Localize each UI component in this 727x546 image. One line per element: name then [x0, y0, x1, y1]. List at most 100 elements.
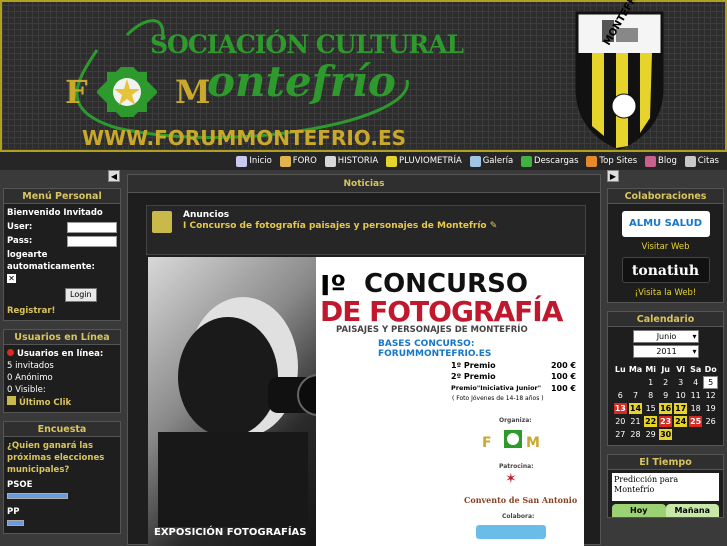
patrocina-label: Patrocina:: [499, 463, 534, 470]
calendar-day-event[interactable]: 14: [628, 403, 643, 414]
visit-web-link[interactable]: Visitar Web: [611, 241, 720, 253]
calendar-day[interactable]: 20: [614, 416, 627, 427]
calendar-day[interactable]: 10: [674, 390, 687, 401]
user-input[interactable]: [67, 221, 117, 233]
prize-first: 1º Premio 200 €: [451, 361, 576, 370]
poster-bases: BASES CONCURSO: FORUMMONTEFRIO.ES: [378, 339, 492, 359]
nav-forum[interactable]: FORO: [279, 152, 317, 170]
calendar-day[interactable]: 29: [644, 429, 657, 440]
calendar-day[interactable]: 1: [644, 377, 657, 388]
star-emblem-icon: [97, 67, 157, 117]
announcement-box: Anuncios I Concurso de fotografía paisaj…: [146, 205, 586, 255]
day-header: Mi: [645, 365, 657, 374]
announcement-link[interactable]: I Concurso de fotografía paisajes y pers…: [183, 221, 497, 231]
tab-today[interactable]: Hoy: [612, 504, 666, 517]
calendar-day[interactable]: 27: [614, 429, 627, 440]
history-icon: [324, 155, 336, 167]
calendar-day[interactable]: 28: [629, 429, 642, 440]
visit-web-link-2[interactable]: ¡Visita la Web!: [611, 287, 720, 299]
poster-fotografia: DE FOTOGRAFÍA: [320, 295, 563, 328]
calendar-panel: Calendario Junio 2011 Lu Ma Mi Ju Vi Sa …: [607, 311, 724, 446]
pencil-icon: ✎: [489, 221, 498, 231]
calendar-day[interactable]: 9: [659, 390, 672, 401]
poll-bar-pp: [7, 520, 24, 526]
calendar-day: [689, 429, 702, 440]
nav-quotes[interactable]: Citas: [684, 152, 719, 170]
login-button[interactable]: Login: [65, 288, 97, 302]
remember-checkbox[interactable]: ✕: [7, 274, 16, 283]
day-header: Vi: [676, 365, 686, 374]
nav-history[interactable]: HISTORIA: [324, 152, 378, 170]
contest-poster[interactable]: EXPOSICIÓN FOTOGRAFÍAS Iº CONCURSO DE FO…: [148, 257, 584, 546]
news-panel: Noticias Anuncios I Concurso de fotograf…: [127, 174, 601, 546]
day-header: Do: [704, 365, 717, 374]
calendar-day-today[interactable]: 5: [703, 376, 719, 389]
calendar-day[interactable]: 3: [674, 377, 687, 388]
association-name: SOCIACIÓN CULTURAL: [150, 30, 464, 59]
month-select[interactable]: Junio: [632, 330, 699, 343]
exhibition-text: EXPOSICIÓN FOTOGRAFÍAS: [154, 527, 307, 538]
calendar-day[interactable]: 26: [704, 416, 717, 427]
poll-panel: Encuesta ¿Quien ganará las próximas elec…: [3, 421, 121, 534]
calendar-day[interactable]: 18: [689, 403, 702, 414]
tonatiuh-logo[interactable]: tonatiuh: [621, 257, 710, 283]
calendar-day-event[interactable]: 24: [674, 416, 688, 427]
calendar-day[interactable]: 15: [644, 403, 657, 414]
calendar-day[interactable]: 8: [644, 390, 657, 401]
register-link[interactable]: Registrar!: [7, 305, 117, 317]
day-header: Sa: [690, 365, 702, 374]
online-users-title: Usuarios en Línea: [4, 330, 120, 345]
montefrio-script: ontefrío: [207, 57, 396, 106]
nav-rainfall[interactable]: PLUVIOMETRÍA: [386, 152, 462, 170]
calendar-day: [704, 429, 717, 440]
anon-count: 0: [7, 373, 13, 383]
personal-menu-panel: Menú Personal Bienvenido Invitado User: …: [3, 188, 121, 321]
tab-tomorrow[interactable]: Mañana: [665, 504, 719, 517]
calendar-day-event[interactable]: 23: [659, 416, 673, 427]
calendar-day[interactable]: 2: [659, 377, 672, 388]
day-header: Ma: [628, 365, 643, 374]
fm-logo: F M: [57, 67, 212, 117]
photographer-photo: EXPOSICIÓN FOTOGRAFÍAS: [148, 257, 316, 546]
calendar-day-event[interactable]: 13: [613, 403, 627, 414]
year-select[interactable]: 2011: [632, 345, 699, 358]
rain-icon: [386, 155, 398, 167]
calendar-day-event[interactable]: 30: [659, 429, 673, 440]
nav-top-sites[interactable]: Top Sites: [586, 152, 637, 170]
poll-question[interactable]: ¿Quien ganará las próximas elecciones mu…: [7, 440, 117, 476]
calendar-day[interactable]: 21: [629, 416, 642, 427]
calendar-day[interactable]: 12: [704, 390, 717, 401]
nav-downloads[interactable]: Descargas: [521, 152, 579, 170]
calendar-day-event[interactable]: 16: [659, 403, 673, 414]
calendar-day[interactable]: 6: [614, 390, 627, 401]
online-users-panel: Usuarios en Línea Usuarios en línea: 5 i…: [3, 329, 121, 413]
password-input[interactable]: [67, 235, 117, 247]
almusalud-logo[interactable]: ALMU SALUD: [621, 211, 710, 237]
nav-home[interactable]: Inicio: [236, 152, 272, 170]
calendar-day[interactable]: 11: [689, 390, 702, 401]
guests-count: 5: [7, 361, 13, 371]
weather-panel: El Tiempo Predicción para Montefrío Hoy …: [607, 454, 724, 518]
calendar-day[interactable]: 7: [629, 390, 642, 401]
poster-text-area: Iº CONCURSO DE FOTOGRAFÍA PAISAJES Y PER…: [316, 257, 584, 546]
home-icon: [236, 155, 248, 167]
convento-name: Convento de San Antonio: [464, 495, 578, 505]
organiza-label: Organiza:: [499, 417, 532, 424]
nav-gallery[interactable]: Galería: [469, 152, 513, 170]
blog-icon: [645, 155, 657, 167]
calendar-day-event[interactable]: 17: [674, 403, 688, 414]
right-column: Colaboraciones ALMU SALUD Visitar Web to…: [604, 174, 727, 526]
calendar-day-event[interactable]: 25: [689, 416, 703, 427]
calendar-day[interactable]: 4: [689, 377, 702, 388]
nav-blog[interactable]: Blog: [645, 152, 677, 170]
calendar-day[interactable]: 19: [704, 403, 717, 414]
day-header: Lu: [614, 365, 626, 374]
forum-icon: [279, 155, 291, 167]
camera-icon: [158, 297, 316, 527]
last-click-link[interactable]: Último Clik: [19, 398, 71, 408]
left-column: Menú Personal Bienvenido Invitado User: …: [0, 174, 124, 542]
visible-count: 0: [7, 385, 13, 395]
site-header: SOCIACIÓN CULTURAL F M ontefrío WWW.FORU…: [0, 0, 727, 152]
fm-small-logo-icon: FM: [482, 430, 540, 451]
calendar-day-event[interactable]: 22: [644, 416, 658, 427]
